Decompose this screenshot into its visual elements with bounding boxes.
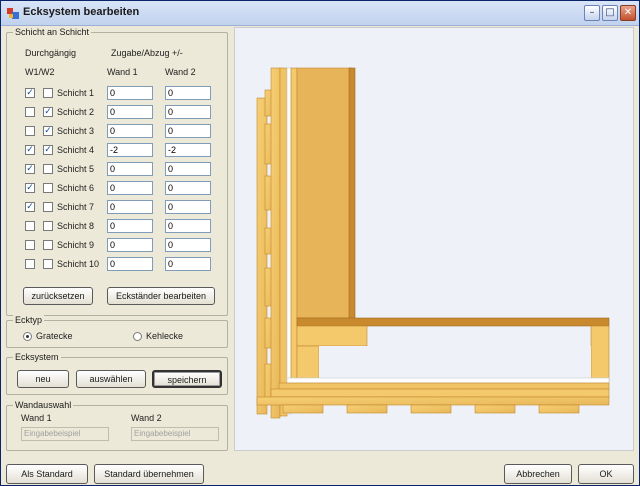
- schicht-label: Schicht 3: [57, 126, 95, 136]
- wand2-input[interactable]: 0: [165, 257, 211, 271]
- kehlecke-radio[interactable]: [133, 332, 142, 341]
- wand1-header: Wand 1: [107, 67, 138, 77]
- w1-checkbox[interactable]: [25, 240, 35, 250]
- w1-checkbox[interactable]: [25, 107, 35, 117]
- w1w2-header: W1/W2: [25, 67, 55, 77]
- wandauswahl-legend: Wandauswahl: [13, 400, 74, 410]
- ecksystem-legend: Ecksystem: [13, 352, 61, 362]
- wand2-input[interactable]: 0: [165, 105, 211, 119]
- schicht-label: Schicht 7: [57, 202, 95, 212]
- maximize-button[interactable]: □: [602, 5, 618, 21]
- wand1-select[interactable]: Eingabebeispiel: [21, 427, 109, 441]
- standard-uebernehmen-button[interactable]: Standard übernehmen: [94, 464, 204, 484]
- schicht-label: Schicht 8: [57, 221, 95, 231]
- schicht-group: Schicht an Schicht Durchgängig Zugabe/Ab…: [6, 27, 228, 316]
- ok-button[interactable]: OK: [578, 464, 634, 484]
- wand1-input[interactable]: 0: [107, 124, 153, 138]
- schicht-label: Schicht 10: [57, 259, 100, 269]
- minimize-icon: –: [589, 7, 595, 18]
- wand1-input[interactable]: 0: [107, 181, 153, 195]
- wand2-select[interactable]: Eingabebeispiel: [131, 427, 219, 441]
- wandauswahl-wand1-label: Wand 1: [21, 413, 52, 423]
- dialog-window: Ecksystem bearbeiten – □ ✕ Schicht an Sc…: [0, 0, 640, 486]
- durchgaengig-header: Durchgängig: [25, 48, 77, 58]
- w2-checkbox[interactable]: [43, 183, 53, 193]
- wand1-input[interactable]: 0: [107, 257, 153, 271]
- schicht-label: Schicht 9: [57, 240, 95, 250]
- reset-button[interactable]: zurücksetzen: [23, 287, 93, 305]
- w2-checkbox[interactable]: [43, 88, 53, 98]
- wand1-input[interactable]: 0: [107, 200, 153, 214]
- schicht-label: Schicht 1: [57, 88, 95, 98]
- schicht-label: Schicht 2: [57, 107, 95, 117]
- w1-checkbox[interactable]: ✓: [25, 145, 35, 155]
- schicht-legend: Schicht an Schicht: [13, 27, 92, 37]
- wand1-input[interactable]: 0: [107, 238, 153, 252]
- gratecke-radio[interactable]: [23, 332, 32, 341]
- ecktyp-legend: Ecktyp: [13, 315, 45, 325]
- ecksystem-group: Ecksystem neu auswählen speichern: [6, 352, 228, 395]
- wand1-input[interactable]: -2: [107, 143, 153, 157]
- corner-drawing: [256, 67, 610, 419]
- wand1-input[interactable]: 0: [107, 162, 153, 176]
- wand2-input[interactable]: 0: [165, 219, 211, 233]
- als-standard-button[interactable]: Als Standard: [6, 464, 88, 484]
- w2-checkbox[interactable]: [43, 240, 53, 250]
- close-icon: ✕: [623, 7, 633, 18]
- w2-checkbox[interactable]: [43, 164, 53, 174]
- wand2-input[interactable]: 0: [165, 124, 211, 138]
- w1-checkbox[interactable]: ✓: [25, 164, 35, 174]
- settings-panel: Schicht an Schicht Durchgängig Zugabe/Ab…: [6, 26, 228, 453]
- w2-checkbox[interactable]: ✓: [43, 107, 53, 117]
- gratecke-label: Gratecke: [36, 331, 73, 341]
- w1-checkbox[interactable]: [25, 221, 35, 231]
- window-title: Ecksystem bearbeiten: [23, 6, 140, 18]
- wand1-input[interactable]: 0: [107, 86, 153, 100]
- wand1-input[interactable]: 0: [107, 219, 153, 233]
- w1-checkbox[interactable]: ✓: [25, 88, 35, 98]
- wand2-input[interactable]: -2: [165, 143, 211, 157]
- wandauswahl-wand2-label: Wand 2: [131, 413, 162, 423]
- auswaehlen-button[interactable]: auswählen: [76, 370, 146, 388]
- w1-checkbox[interactable]: [25, 126, 35, 136]
- w1-checkbox[interactable]: ✓: [25, 202, 35, 212]
- wand2-input[interactable]: 0: [165, 238, 211, 252]
- ecktyp-group: Ecktyp Gratecke Kehlecke: [6, 315, 228, 348]
- w2-checkbox[interactable]: [43, 221, 53, 231]
- kehlecke-label: Kehlecke: [146, 331, 184, 341]
- maximize-icon: □: [605, 7, 615, 18]
- w2-checkbox[interactable]: ✓: [43, 126, 53, 136]
- w2-checkbox[interactable]: [43, 259, 53, 269]
- wand2-input[interactable]: 0: [165, 181, 211, 195]
- wand1-input[interactable]: 0: [107, 105, 153, 119]
- eckstaender-button[interactable]: Eckständer bearbeiten: [107, 287, 215, 305]
- corner-preview-canvas: [234, 27, 634, 451]
- wall-2-layers: [256, 317, 610, 414]
- speichern-button[interactable]: speichern: [152, 370, 222, 388]
- w2-checkbox[interactable]: ✓: [43, 145, 53, 155]
- schicht-label: Schicht 4: [57, 145, 95, 155]
- w1-checkbox[interactable]: [25, 259, 35, 269]
- schicht-label: Schicht 6: [57, 183, 95, 193]
- wandauswahl-group: Wandauswahl Wand 1 Wand 2 Eingabebeispie…: [6, 400, 228, 451]
- schicht-label: Schicht 5: [57, 164, 95, 174]
- wand2-input[interactable]: 0: [165, 200, 211, 214]
- wand2-header: Wand 2: [165, 67, 196, 77]
- abbrechen-button[interactable]: Abbrechen: [504, 464, 572, 484]
- wand2-input[interactable]: 0: [165, 86, 211, 100]
- zugabe-header: Zugabe/Abzug +/-: [111, 48, 183, 58]
- wand2-input[interactable]: 0: [165, 162, 211, 176]
- close-button[interactable]: ✕: [620, 5, 636, 21]
- minimize-button[interactable]: –: [584, 5, 600, 21]
- app-icon: [7, 8, 19, 19]
- neu-button[interactable]: neu: [17, 370, 69, 388]
- w2-checkbox[interactable]: [43, 202, 53, 212]
- w1-checkbox[interactable]: ✓: [25, 183, 35, 193]
- title-bar[interactable]: Ecksystem bearbeiten – □ ✕: [1, 1, 639, 26]
